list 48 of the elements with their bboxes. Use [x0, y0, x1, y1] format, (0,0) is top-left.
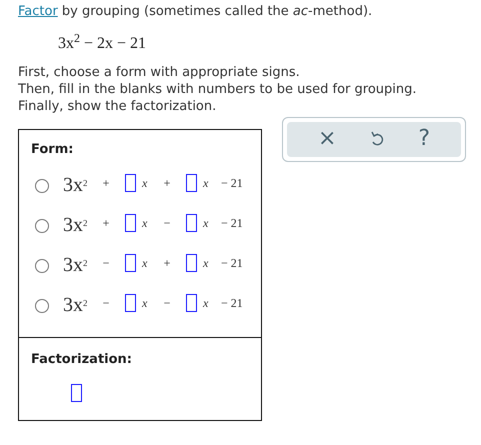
constant-text: − 21 [221, 255, 243, 272]
intro-text: by grouping (sometimes called the ac-method). [60, 4, 372, 19]
blank-field[interactable] [125, 254, 136, 272]
term-text: 3x$^{2}$ [63, 172, 88, 198]
blank-field[interactable] [186, 214, 197, 232]
operator-sign: − [102, 255, 110, 272]
instruction-text: First, choose a form with appropriate signs. [18, 64, 301, 80]
expression: 3x$^{2}$ − 2x − 21 [58, 34, 146, 52]
factorization-label: Factorization: [31, 351, 134, 369]
factor-link[interactable]: Factor [18, 4, 58, 19]
radio-button[interactable] [35, 299, 49, 313]
variable-text: x [142, 295, 148, 312]
operator-sign: + [162, 255, 172, 272]
term-text: 3x$^{2}$ [63, 212, 88, 238]
variable-text: x [203, 175, 210, 192]
radio-button[interactable] [35, 219, 49, 233]
blank-field[interactable] [186, 294, 197, 312]
constant-text: − 21 [221, 295, 243, 312]
blank-field[interactable] [186, 254, 197, 272]
undo-icon [370, 130, 384, 148]
close-button[interactable]: × [318, 128, 336, 150]
blank-field[interactable] [125, 294, 136, 312]
operator-sign: − [162, 215, 172, 232]
instruction-text: Finally, show the factorization. [18, 98, 218, 114]
operator-sign: − [162, 295, 172, 312]
constant-text: − 21 [221, 215, 243, 232]
radio-button[interactable] [35, 179, 49, 193]
radio-button[interactable] [35, 259, 49, 273]
operator-sign: + [102, 175, 110, 192]
variable-text: x [203, 255, 210, 272]
blank-field[interactable] [186, 174, 197, 192]
term-text: 3x$^{2}$ [63, 252, 88, 278]
variable-text: x [142, 215, 148, 232]
variable-text: x [203, 295, 210, 312]
variable-text: x [142, 175, 148, 192]
term-text: 3x$^{2}$ [63, 292, 88, 318]
operator-sign: − [102, 295, 110, 312]
variable-text: x [142, 255, 148, 272]
constant-text: − 21 [221, 175, 243, 192]
instruction-text: Then, fill in the blanks with numbers to be used for grouping. [18, 80, 418, 98]
variable-text: x [203, 215, 210, 232]
form-label: Form: [31, 140, 74, 158]
blank-field[interactable] [125, 214, 136, 232]
blank-field[interactable] [71, 384, 82, 402]
blank-field[interactable] [125, 174, 136, 192]
operator-sign: + [102, 215, 110, 232]
operator-sign: + [162, 175, 172, 192]
help-button[interactable]: ? [418, 128, 430, 150]
